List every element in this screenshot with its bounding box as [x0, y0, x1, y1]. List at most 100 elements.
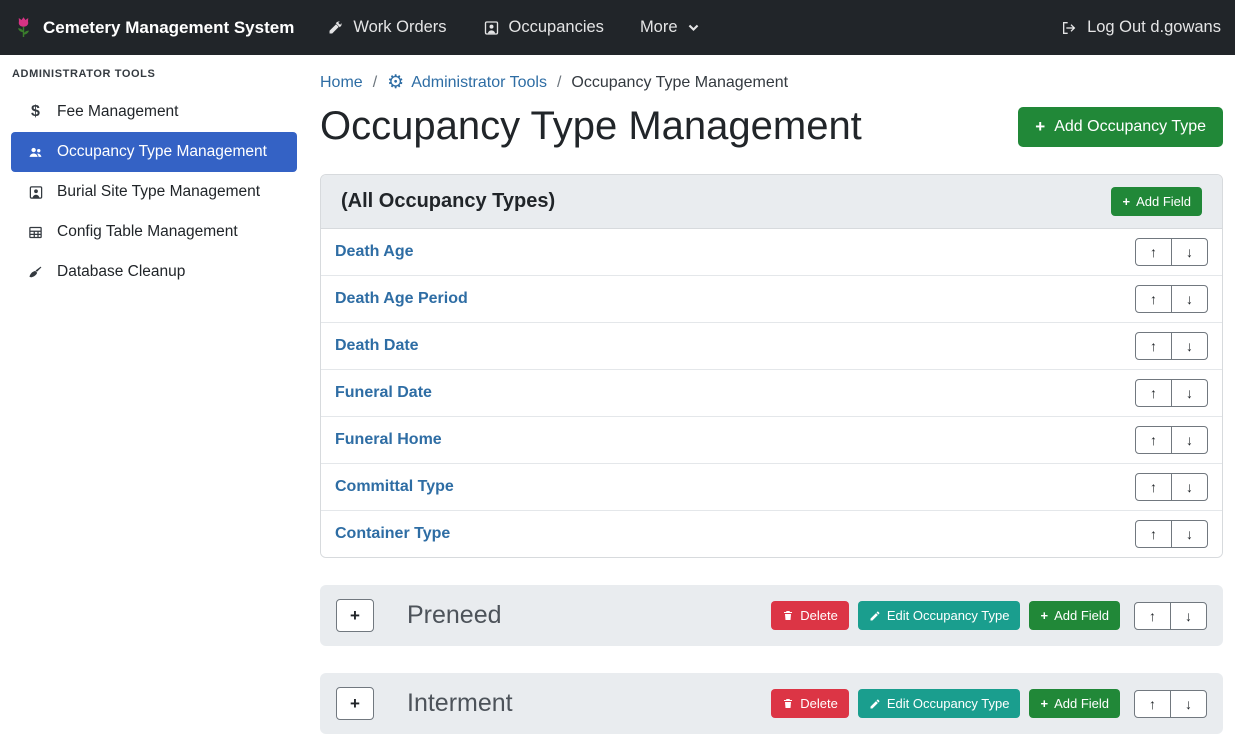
sidebar-item-config-table-management[interactable]: Config Table Management — [11, 212, 297, 252]
move-up-button[interactable]: ↑ — [1135, 426, 1172, 454]
move-up-button[interactable]: ↑ — [1135, 285, 1172, 313]
up-arrow-icon: ↑ — [1150, 291, 1157, 307]
card-header: (All Occupancy Types) + Add Field — [321, 175, 1222, 229]
down-arrow-icon: ↓ — [1186, 479, 1193, 495]
card-title: (All Occupancy Types) — [341, 190, 555, 213]
sidebar-item-database-cleanup[interactable]: Database Cleanup — [11, 252, 297, 292]
up-arrow-icon: ↑ — [1150, 432, 1157, 448]
sidebar-item-occupancy-type-management[interactable]: Occupancy Type Management — [11, 132, 297, 172]
page-title: Occupancy Type Management — [320, 104, 862, 149]
move-up-button[interactable]: ↑ — [1134, 690, 1171, 718]
section-actions: Delete Edit Occupancy Type + Add Field ↑ — [771, 601, 1207, 630]
sidebar-item-burial-site-type-management[interactable]: Burial Site Type Management — [11, 172, 297, 212]
plus-icon: + — [1122, 194, 1130, 209]
field-link-committal-type[interactable]: Committal Type — [335, 478, 454, 496]
sidebar-item-label: Fee Management — [57, 103, 179, 121]
breadcrumb-separator: / — [557, 74, 561, 92]
edit-occupancy-type-button[interactable]: Edit Occupancy Type — [858, 601, 1021, 630]
gear-icon: ⚙ — [387, 73, 404, 92]
chevron-down-icon — [687, 21, 700, 34]
field-row: Container Type ↑ ↓ — [321, 510, 1222, 557]
move-up-button[interactable]: ↑ — [1135, 473, 1172, 501]
edit-occupancy-type-label: Edit Occupancy Type — [887, 696, 1010, 711]
add-field-button[interactable]: + Add Field — [1111, 187, 1202, 216]
add-field-button[interactable]: + Add Field — [1029, 601, 1120, 630]
field-row: Funeral Home ↑ ↓ — [321, 416, 1222, 463]
breadcrumb-admin-tools-link[interactable]: ⚙ Administrator Tools — [387, 73, 547, 92]
move-up-button[interactable]: ↑ — [1135, 379, 1172, 407]
field-row: Death Date ↑ ↓ — [321, 322, 1222, 369]
field-link-container-type[interactable]: Container Type — [335, 525, 450, 543]
reorder-group: ↑ ↓ — [1135, 332, 1208, 360]
delete-button[interactable]: Delete — [771, 689, 849, 718]
edit-occupancy-type-label: Edit Occupancy Type — [887, 608, 1010, 623]
field-link-funeral-date[interactable]: Funeral Date — [335, 384, 432, 402]
table-icon — [24, 225, 47, 240]
delete-button[interactable]: Delete — [771, 601, 849, 630]
reorder-group: ↑ ↓ — [1135, 426, 1208, 454]
down-arrow-icon: ↓ — [1186, 385, 1193, 401]
add-occupancy-type-button[interactable]: + Add Occupancy Type — [1018, 107, 1223, 147]
admin-tools-sidebar: Administrator Tools $ Fee Management Occ… — [0, 55, 308, 738]
move-down-button[interactable]: ↓ — [1170, 690, 1207, 718]
move-up-button[interactable]: ↑ — [1135, 238, 1172, 266]
move-down-button[interactable]: ↓ — [1170, 602, 1207, 630]
plus-icon: + — [1040, 608, 1048, 623]
pencil-icon — [869, 610, 881, 622]
logout-button[interactable]: Log Out d.gowans — [1060, 18, 1221, 37]
reorder-group: ↑ ↓ — [1135, 379, 1208, 407]
move-down-button[interactable]: ↓ — [1171, 473, 1208, 501]
edit-occupancy-type-button[interactable]: Edit Occupancy Type — [858, 689, 1021, 718]
field-link-death-age-period[interactable]: Death Age Period — [335, 290, 468, 308]
sidebar-item-label: Burial Site Type Management — [57, 183, 260, 201]
tulip-logo-icon — [14, 15, 33, 40]
breadcrumb-home-link[interactable]: Home — [320, 74, 363, 92]
down-arrow-icon: ↓ — [1186, 291, 1193, 307]
down-arrow-icon: ↓ — [1185, 608, 1192, 624]
reorder-group: ↑ ↓ — [1135, 238, 1208, 266]
sidebar-item-label: Occupancy Type Management — [57, 143, 267, 161]
up-arrow-icon: ↑ — [1150, 244, 1157, 260]
nav-more-label: More — [640, 18, 678, 37]
move-down-button[interactable]: ↓ — [1171, 520, 1208, 548]
pencil-icon — [869, 698, 881, 710]
nav-more[interactable]: More — [640, 18, 700, 37]
top-navbar: Cemetery Management System Work Orders O… — [0, 0, 1235, 55]
delete-label: Delete — [800, 608, 838, 623]
field-row: Death Age ↑ ↓ — [321, 229, 1222, 275]
field-row: Death Age Period ↑ ↓ — [321, 275, 1222, 322]
up-arrow-icon: ↑ — [1150, 338, 1157, 354]
field-link-death-age[interactable]: Death Age — [335, 243, 414, 261]
nav-occupancies[interactable]: Occupancies — [483, 18, 604, 37]
breadcrumb: Home / ⚙ Administrator Tools / Occupancy… — [320, 73, 1223, 92]
page-header: Occupancy Type Management + Add Occupanc… — [320, 104, 1223, 149]
app-brand[interactable]: Cemetery Management System — [14, 15, 294, 40]
plus-icon: + — [350, 606, 360, 626]
main-content: Home / ⚙ Administrator Tools / Occupancy… — [308, 55, 1235, 738]
move-up-button[interactable]: ↑ — [1134, 602, 1171, 630]
move-up-button[interactable]: ↑ — [1135, 520, 1172, 548]
burial-site-icon — [24, 185, 47, 200]
expand-section-button[interactable]: + — [336, 687, 374, 720]
add-field-button[interactable]: + Add Field — [1029, 689, 1120, 718]
add-field-label: Add Field — [1136, 194, 1191, 209]
down-arrow-icon: ↓ — [1185, 696, 1192, 712]
sidebar-item-fee-management[interactable]: $ Fee Management — [11, 92, 297, 132]
move-up-button[interactable]: ↑ — [1135, 332, 1172, 360]
field-link-death-date[interactable]: Death Date — [335, 337, 419, 355]
move-down-button[interactable]: ↓ — [1171, 426, 1208, 454]
nav-work-orders[interactable]: Work Orders — [326, 18, 446, 37]
move-down-button[interactable]: ↓ — [1171, 285, 1208, 313]
reorder-group: ↑ ↓ — [1135, 285, 1208, 313]
move-down-button[interactable]: ↓ — [1171, 238, 1208, 266]
move-down-button[interactable]: ↓ — [1171, 379, 1208, 407]
breadcrumb-current: Occupancy Type Management — [571, 74, 788, 92]
field-link-funeral-home[interactable]: Funeral Home — [335, 431, 442, 449]
occupancy-frame-icon — [483, 20, 500, 36]
move-down-button[interactable]: ↓ — [1171, 332, 1208, 360]
plus-icon: + — [1035, 117, 1045, 137]
nav-occupancies-label: Occupancies — [509, 18, 604, 37]
up-arrow-icon: ↑ — [1150, 385, 1157, 401]
all-occupancy-types-card: (All Occupancy Types) + Add Field Death … — [320, 174, 1223, 558]
expand-section-button[interactable]: + — [336, 599, 374, 632]
